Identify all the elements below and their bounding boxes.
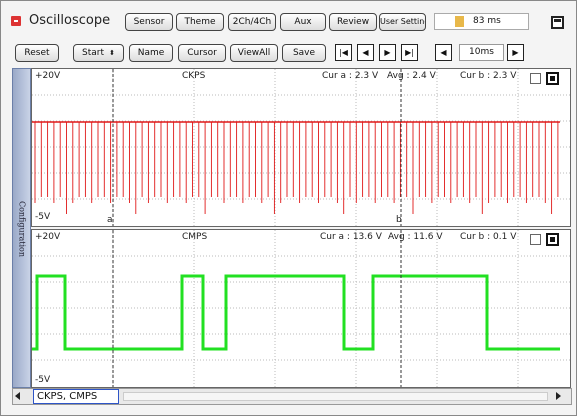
- channel-mode-button[interactable]: 2Ch/4Ch: [228, 13, 276, 31]
- cmps-average-value: Avg : 11.6 V: [388, 232, 443, 242]
- oscilloscope-window: Oscilloscope Sensor Theme 2Ch/4Ch Aux Re…: [0, 0, 577, 416]
- configuration-label: Configuration: [17, 200, 27, 258]
- timebase-decrease-button[interactable]: ◀: [435, 44, 452, 61]
- ckps-cursor-b-value: Cur b : 2.3 V: [460, 71, 517, 81]
- cmps-select-checkbox[interactable]: [530, 234, 541, 245]
- ckps-grid: [32, 69, 570, 226]
- time-readout: 83 ms: [434, 13, 529, 30]
- ckps-average-value: Avg : 2.4 V: [387, 71, 436, 81]
- scroll-right-icon[interactable]: [556, 392, 561, 400]
- ckps-bottom-scale: -5V: [35, 212, 51, 222]
- first-frame-button[interactable]: |◀: [335, 44, 352, 61]
- cmps-grid: [32, 230, 570, 387]
- app-title: Oscilloscope: [29, 13, 111, 28]
- scroll-left-icon[interactable]: [15, 392, 20, 400]
- app-icon: [11, 16, 21, 26]
- aux-button[interactable]: Aux: [280, 13, 326, 31]
- channel-panel-ckps[interactable]: +20V CKPS Cur a : 2.3 V Avg : 2.4 V Cur …: [31, 68, 571, 227]
- sensor-button[interactable]: Sensor: [125, 13, 173, 31]
- next-frame-button[interactable]: ▶: [379, 44, 396, 61]
- ckps-channel-name: CKPS: [182, 71, 206, 81]
- last-frame-button[interactable]: ▶|: [401, 44, 418, 61]
- name-button[interactable]: Name: [129, 44, 173, 62]
- cursor-a-label: a: [107, 215, 113, 225]
- timebase-value: 10ms: [459, 44, 504, 61]
- spinner-icon: ⬍: [106, 49, 115, 57]
- reset-button[interactable]: Reset: [15, 44, 59, 62]
- ckps-select-checkbox[interactable]: [530, 73, 541, 84]
- cmps-plot: [32, 230, 570, 387]
- horizontal-scrollbar[interactable]: [123, 392, 548, 401]
- cmps-maximize-icon[interactable]: [546, 233, 559, 246]
- cmps-cursor-b-value: Cur b : 0.1 V: [460, 232, 517, 242]
- user-setting-button[interactable]: User Setting: [379, 13, 426, 31]
- ckps-maximize-icon[interactable]: [546, 72, 559, 85]
- cmps-bottom-scale: -5V: [35, 375, 51, 385]
- hourglass-icon: [455, 16, 464, 27]
- window-menu-icon[interactable]: [551, 16, 564, 29]
- theme-button[interactable]: Theme: [176, 13, 224, 31]
- cursor-button[interactable]: Cursor: [178, 44, 226, 62]
- status-bar: CKPS, CMPS: [12, 388, 572, 405]
- ckps-plot: [32, 69, 570, 226]
- bottom-toolbar: Reset Start ⬍ Name Cursor ViewAll Save |…: [7, 43, 572, 63]
- prev-frame-button[interactable]: ◀: [357, 44, 374, 61]
- ckps-waveform: [32, 121, 560, 214]
- ckps-cursor-a-value: Cur a : 2.3 V: [322, 71, 379, 81]
- review-button[interactable]: Review: [329, 13, 377, 31]
- cmps-waveform: [32, 274, 560, 351]
- configuration-side-tab[interactable]: Configuration: [12, 68, 31, 388]
- cmps-top-scale: +20V: [35, 232, 61, 242]
- viewall-button[interactable]: ViewAll: [230, 44, 278, 62]
- time-readout-value: 83 ms: [473, 16, 501, 26]
- save-button[interactable]: Save: [282, 44, 326, 62]
- start-label: Start: [82, 48, 105, 58]
- timebase-increase-button[interactable]: ▶: [507, 44, 524, 61]
- selected-channels-field: CKPS, CMPS: [33, 389, 119, 404]
- cmps-channel-name: CMPS: [182, 232, 208, 242]
- start-button[interactable]: Start ⬍: [73, 44, 124, 62]
- cursor-b-label: b: [396, 215, 402, 225]
- cmps-cursor-a-value: Cur a : 13.6 V: [320, 232, 382, 242]
- top-toolbar: Oscilloscope Sensor Theme 2Ch/4Ch Aux Re…: [7, 10, 572, 32]
- ckps-top-scale: +20V: [35, 71, 61, 81]
- channel-panel-cmps[interactable]: +20V CMPS Cur a : 13.6 V Avg : 11.6 V Cu…: [31, 229, 571, 388]
